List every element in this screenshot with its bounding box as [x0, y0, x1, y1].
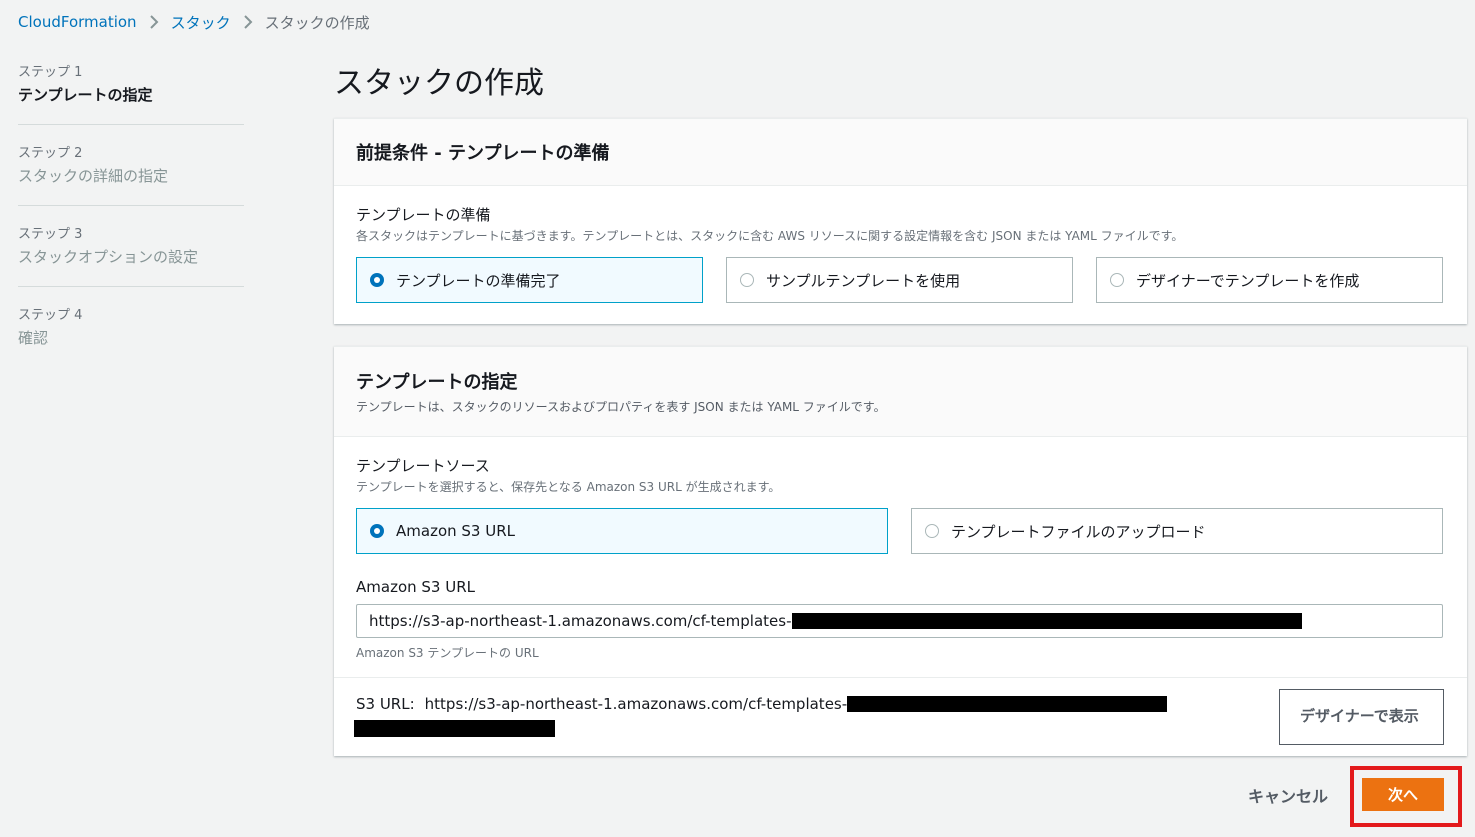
- step-number: ステップ 1: [18, 65, 83, 80]
- step-4: ステップ 4 確認: [18, 287, 244, 367]
- panel-body: テンプレートソース テンプレートを選択すると、保存先となる Amazon S3 …: [334, 437, 1467, 661]
- step-number: ステップ 4: [18, 308, 83, 323]
- step-title: テンプレートの指定: [18, 86, 153, 104]
- cancel-button[interactable]: キャンセル: [1248, 783, 1328, 807]
- redacted-block: [354, 720, 555, 737]
- breadcrumb: CloudFormation スタック スタックの作成: [18, 10, 370, 34]
- option-label: サンプルテンプレートを使用: [766, 271, 961, 290]
- s3-url-label: S3 URL:: [356, 695, 415, 713]
- s3-url-input[interactable]: https://s3-ap-northeast-1.amazonaws.com/…: [356, 604, 1443, 638]
- radio-icon[interactable]: [925, 524, 939, 538]
- option-use-sample[interactable]: サンプルテンプレートを使用: [726, 257, 1073, 303]
- breadcrumb-stacks-link[interactable]: スタック: [171, 12, 231, 33]
- s3-url-input-value: https://s3-ap-northeast-1.amazonaws.com/…: [369, 612, 792, 630]
- s3-url-row: [334, 677, 1467, 678]
- next-button[interactable]: 次へ: [1362, 778, 1444, 811]
- redacted-block: [847, 696, 1168, 712]
- specify-template-panel: テンプレートの指定 テンプレートは、スタックのリソースおよびプロパティを表す J…: [334, 346, 1467, 756]
- s3-url-display: S3 URL: https://s3-ap-northeast-1.amazon…: [356, 695, 1168, 713]
- panel-header: テンプレートの指定 テンプレートは、スタックのリソースおよびプロパティを表す J…: [334, 347, 1467, 437]
- option-amazon-s3-url[interactable]: Amazon S3 URL: [356, 508, 888, 554]
- chevron-right-icon: [243, 15, 253, 29]
- panel-title: テンプレートの指定: [356, 372, 518, 393]
- radio-icon[interactable]: [740, 273, 754, 287]
- field-label: Amazon S3 URL: [356, 578, 475, 596]
- chevron-right-icon: [149, 15, 159, 29]
- option-template-ready[interactable]: テンプレートの準備完了: [356, 257, 703, 303]
- field-description: 各スタックはテンプレートに基づきます。テンプレートとは、スタックに含む AWS …: [356, 229, 1184, 243]
- breadcrumb-current: スタックの作成: [264, 13, 370, 32]
- panel-title: 前提条件 - テンプレートの準備: [356, 143, 610, 164]
- prerequisite-panel: 前提条件 - テンプレートの準備 テンプレートの準備 各スタックはテンプレートに…: [334, 118, 1467, 324]
- redacted-block: [791, 613, 1302, 629]
- radio-selected-icon[interactable]: [370, 273, 384, 287]
- wizard-steps: ステップ 1 テンプレートの指定 ステップ 2 スタックの詳細の指定 ステップ …: [18, 62, 244, 367]
- template-source-options: Amazon S3 URL テンプレートファイルのアップロード: [356, 508, 1445, 554]
- step-number: ステップ 3: [18, 227, 83, 242]
- prepare-template-options: テンプレートの準備完了 サンプルテンプレートを使用 デザイナーでテンプレートを作…: [356, 257, 1445, 303]
- step-3: ステップ 3 スタックオプションの設定: [18, 206, 244, 287]
- panel-body: テンプレートの準備 各スタックはテンプレートに基づきます。テンプレートとは、スタ…: [334, 186, 1467, 303]
- option-upload-template-file[interactable]: テンプレートファイルのアップロード: [911, 508, 1443, 554]
- option-label: テンプレートの準備完了: [396, 271, 561, 290]
- panel-description: テンプレートは、スタックのリソースおよびプロパティを表す JSON または YA…: [356, 400, 886, 414]
- field-hint: Amazon S3 テンプレートの URL: [356, 646, 539, 660]
- option-label: テンプレートファイルのアップロード: [951, 522, 1206, 541]
- step-1: ステップ 1 テンプレートの指定: [18, 62, 244, 125]
- breadcrumb-cloudformation-link[interactable]: CloudFormation: [18, 13, 137, 31]
- step-title: 確認: [18, 329, 49, 347]
- panel-header: 前提条件 - テンプレートの準備: [334, 119, 1467, 186]
- step-number: ステップ 2: [18, 146, 83, 161]
- option-label: デザイナーでテンプレートを作成: [1136, 271, 1360, 290]
- s3-url-value: https://s3-ap-northeast-1.amazonaws.com/…: [424, 695, 848, 713]
- page-title: スタックの作成: [334, 66, 544, 101]
- field-label: テンプレートの準備: [356, 206, 491, 224]
- view-in-designer-button[interactable]: デザイナーで表示: [1279, 689, 1444, 745]
- field-label: テンプレートソース: [356, 457, 490, 475]
- field-description: テンプレートを選択すると、保存先となる Amazon S3 URL が生成されま…: [356, 480, 781, 494]
- step-title: スタックオプションの設定: [18, 248, 199, 266]
- option-label: Amazon S3 URL: [396, 522, 515, 540]
- step-2: ステップ 2 スタックの詳細の指定: [18, 125, 244, 206]
- radio-selected-icon[interactable]: [370, 524, 384, 538]
- step-title: スタックの詳細の指定: [18, 167, 169, 185]
- radio-icon[interactable]: [1110, 273, 1124, 287]
- option-create-in-designer[interactable]: デザイナーでテンプレートを作成: [1096, 257, 1443, 303]
